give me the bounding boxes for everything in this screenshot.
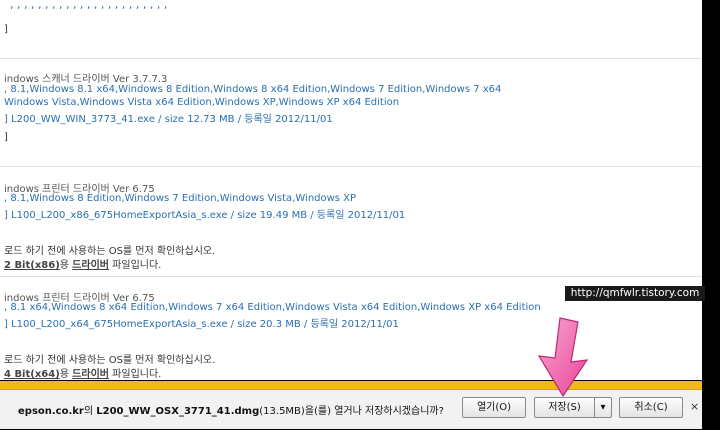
save-button[interactable]: 저장(S)	[534, 397, 594, 418]
download-site: epson.co.kr	[18, 406, 84, 417]
reg-date: 2012/11/01	[347, 210, 406, 221]
driver-title: indows 스캐너 드라이버 Ver 3.7.7.3	[4, 74, 168, 85]
divider	[0, 276, 702, 277]
download-filename: L200_WW_OSX_3771_41.dmg	[96, 406, 260, 417]
bit-label: 4 Bit(x64)	[4, 369, 60, 380]
file-size: 19.49 MB	[259, 210, 308, 221]
bit-label: 2 Bit(x86)	[4, 260, 60, 271]
reg-label: 등록일	[244, 114, 272, 125]
driver-label: 드라이버	[72, 369, 109, 380]
os-list[interactable]: , 8.1,Windows 8.1 x64,Windows 8 Edition,…	[4, 84, 501, 95]
chevron-down-icon: ▾	[600, 402, 606, 413]
reg-label: 등록일	[310, 319, 339, 330]
reg-date: 2012/11/01	[341, 319, 399, 330]
page-content: , , , , , , , , , , , , , , , , , , , , …	[0, 0, 702, 380]
file-size: 12.73 MB	[187, 114, 235, 125]
os-list[interactable]: , 8.1 x64,Windows 8 x64 Edition,Windows …	[4, 302, 541, 313]
driver-note: 4 Bit(x64)용 드라이버 파일입니다.	[4, 369, 162, 380]
reg-label: 등록일	[316, 210, 345, 221]
screenshot-frame: , , , , , , , , , , , , , , , , , , , , …	[0, 0, 720, 430]
file-size: 20.3 MB	[259, 319, 301, 330]
os-list[interactable]: Windows Vista,Windows Vista x64 Edition,…	[4, 97, 399, 108]
os-list[interactable]: , 8.1,Windows 8 Edition,Windows 7 Editio…	[4, 193, 356, 204]
top-link-fragment[interactable]: , , , , , , , , , , , , , , , , , , , , …	[10, 0, 167, 11]
scrollbar-track[interactable]	[702, 0, 720, 380]
file-link[interactable]: L200_WW_WIN_3773_41.exe	[11, 114, 155, 125]
pink-arrow-icon	[537, 317, 589, 398]
download-question: 을(를) 열거나 저장하시겠습니까?	[304, 406, 444, 417]
download-bar-body: epson.co.kr의 L200_WW_OSX_3771_41.dmg(13.…	[0, 389, 702, 429]
file-info: ] L100_L200_x86_675HomeExportAsia_s.exe …	[4, 210, 406, 221]
file-info: ] L200_WW_WIN_3773_41.exe / size 12.73 M…	[4, 114, 333, 125]
reg-date: 2012/11/01	[275, 114, 333, 125]
download-size: (13.5MB)	[259, 406, 305, 417]
cancel-button[interactable]: 취소(C)	[619, 397, 683, 418]
download-message: epson.co.kr의 L200_WW_OSX_3771_41.dmg(13.…	[18, 406, 444, 417]
watermark: http://qmfwlr.tistory.com	[565, 286, 705, 301]
os-notice: 로드 하기 전에 사용하는 OS를 먼저 확인하십시오.	[4, 355, 216, 366]
bracket: ]	[4, 132, 8, 143]
download-bar: epson.co.kr의 L200_WW_OSX_3771_41.dmg(13.…	[0, 381, 702, 429]
bracket: ]	[4, 24, 8, 35]
os-notice: 로드 하기 전에 사용하는 OS를 먼저 확인하십시오.	[4, 246, 216, 257]
download-bar-stripe	[0, 381, 702, 389]
divider	[0, 166, 702, 167]
file-link[interactable]: L100_L200_x86_675HomeExportAsia_s.exe	[11, 210, 227, 221]
divider	[0, 58, 702, 59]
file-info: ] L100_L200_x64_675HomeExportAsia_s.exe …	[4, 319, 399, 330]
open-button[interactable]: 열기(O)	[462, 397, 526, 418]
driver-note: 2 Bit(x86)용 드라이버 파일입니다.	[4, 260, 162, 271]
save-dropdown-button[interactable]: ▾	[594, 397, 612, 418]
file-link[interactable]: L100_L200_x64_675HomeExportAsia_s.exe	[11, 319, 227, 330]
close-icon[interactable]: ×	[690, 400, 699, 413]
driver-label: 드라이버	[72, 260, 109, 271]
